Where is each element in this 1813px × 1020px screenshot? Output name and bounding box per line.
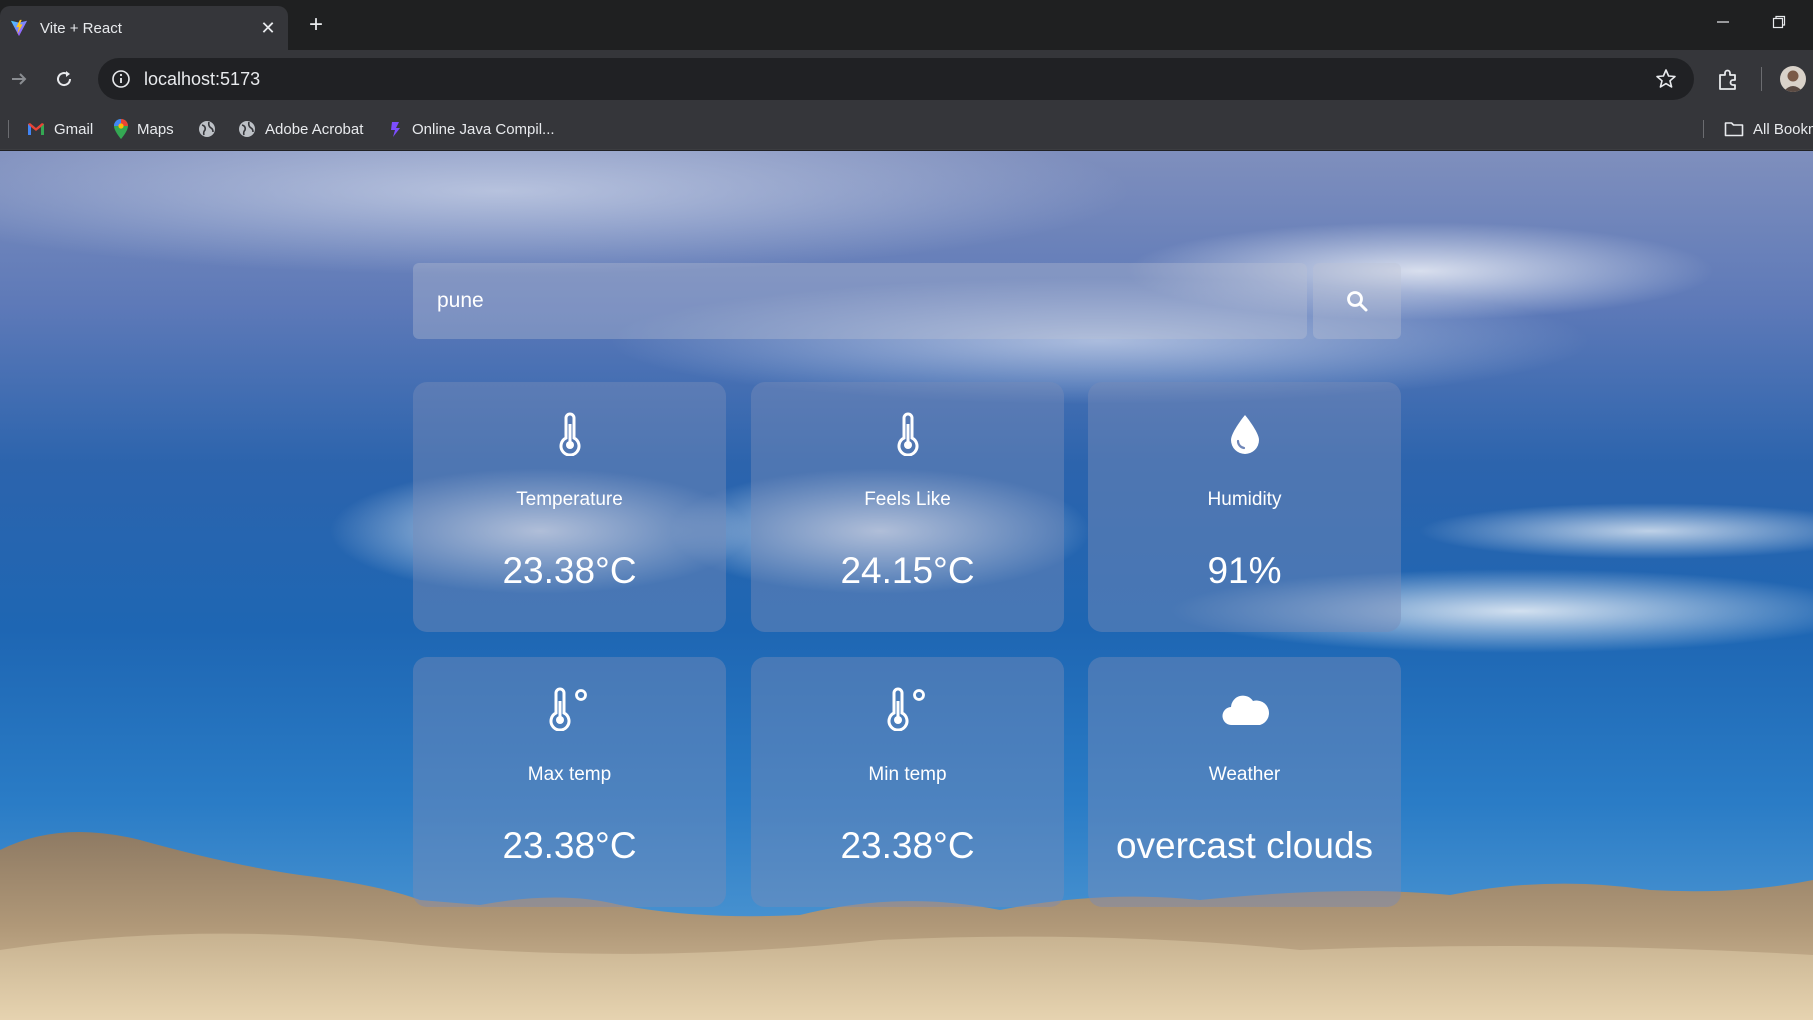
forward-arrow-icon[interactable]	[2, 62, 36, 96]
weather-app-page: pune Temperature 23.38°C Feels Like 24.1…	[0, 151, 1813, 1020]
globe-icon	[239, 121, 255, 137]
card-value: 23.38°C	[502, 825, 637, 866]
bookmark-gmail[interactable]: Gmail	[27, 117, 93, 141]
card-min-temp: Min temp 23.38°C	[751, 657, 1064, 907]
tab-title: Vite + React	[40, 19, 122, 37]
bookmark-divider	[8, 120, 9, 138]
new-tab-button[interactable]: +	[301, 10, 331, 40]
card-label: Feels Like	[864, 489, 951, 510]
reload-icon[interactable]	[47, 62, 81, 96]
card-value: overcast clouds	[1115, 825, 1374, 866]
droplet-icon	[1088, 412, 1401, 460]
java-compiler-icon	[391, 122, 400, 137]
bookmark-label: Online Java Compil...	[412, 120, 555, 138]
bookmark-adobe-acrobat[interactable]: Adobe Acrobat	[238, 117, 363, 141]
all-bookmarks-label: All Bookm	[1753, 120, 1813, 138]
card-label: Temperature	[516, 489, 623, 510]
thermometer-icon	[751, 412, 1064, 460]
card-value: 23.38°C	[502, 550, 637, 591]
city-search-input[interactable]: pune	[413, 263, 1307, 339]
browser-toolbar: localhost:5173	[0, 50, 1813, 108]
tab-vite-react[interactable]: Vite + React ✕	[0, 6, 288, 50]
card-label: Max temp	[527, 764, 612, 785]
thermometer-degree-icon	[413, 687, 726, 735]
bookmark-maps[interactable]: Maps	[114, 117, 174, 141]
gmail-icon	[28, 123, 44, 135]
all-bookmarks-button[interactable]: All Bookm	[1724, 117, 1813, 141]
bookmark-globe[interactable]	[198, 117, 225, 141]
card-value: 24.15°C	[840, 550, 975, 591]
bookmark-label: Maps	[137, 120, 174, 138]
card-max-temp: Max temp 23.38°C	[413, 657, 726, 907]
thermometer-icon	[413, 412, 726, 460]
search-input-value[interactable]: pune	[437, 289, 484, 313]
vite-logo-icon	[10, 19, 28, 37]
minimize-icon[interactable]	[1700, 10, 1746, 40]
restore-icon[interactable]	[1756, 10, 1802, 40]
profile-avatar[interactable]	[1780, 66, 1806, 92]
card-temperature: Temperature 23.38°C	[413, 382, 726, 632]
card-weather: Weather overcast clouds	[1088, 657, 1401, 907]
thermometer-degree-icon	[751, 687, 1064, 735]
folder-icon	[1724, 122, 1744, 137]
bookmark-star-icon[interactable]	[1654, 67, 1678, 91]
bookmarks-bar: Gmail Maps Adobe Acrobat Online Java Com…	[0, 108, 1813, 150]
tab-close-icon[interactable]: ✕	[258, 18, 278, 39]
card-value: 23.38°C	[840, 825, 975, 866]
globe-icon	[199, 121, 215, 137]
bookmark-label: Gmail	[54, 120, 94, 138]
card-label: Humidity	[1207, 489, 1282, 510]
bookmark-label: Adobe Acrobat	[265, 120, 364, 138]
bookmark-divider	[1703, 120, 1704, 138]
extensions-icon[interactable]	[1714, 66, 1742, 94]
toolbar-divider	[1761, 67, 1762, 91]
maps-pin-icon	[114, 119, 128, 139]
card-label: Weather	[1208, 764, 1281, 785]
card-value: 91%	[1207, 550, 1282, 591]
site-info-icon[interactable]	[110, 68, 132, 90]
tab-strip: Vite + React ✕ +	[0, 0, 1813, 50]
card-label: Min temp	[868, 764, 947, 785]
search-button[interactable]	[1313, 263, 1401, 339]
bookmark-online-java-compiler[interactable]: Online Java Compil...	[389, 117, 555, 141]
url-text[interactable]: localhost:5173	[144, 69, 1654, 90]
card-feels-like: Feels Like 24.15°C	[751, 382, 1064, 632]
cloud-icon	[1088, 687, 1401, 735]
address-bar[interactable]: localhost:5173	[98, 58, 1694, 100]
search-icon	[1347, 291, 1368, 312]
card-humidity: Humidity 91%	[1088, 382, 1401, 632]
